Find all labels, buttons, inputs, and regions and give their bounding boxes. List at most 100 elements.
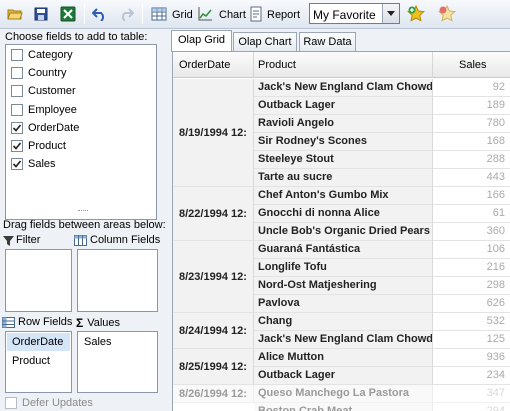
date-group-cell[interactable]: 8/19/1994 12: (173, 79, 254, 187)
main-panel: Olap Grid Olap Chart Raw Data OrderDate … (167, 29, 510, 411)
checkbox[interactable] (11, 104, 23, 116)
field-label: Sales (28, 158, 56, 170)
save-icon[interactable] (31, 4, 51, 24)
sales-value-cell: 626 (433, 295, 510, 313)
sales-value-cell: 168 (433, 133, 510, 151)
product-cell[interactable]: Queso Manchego La Pastora (254, 385, 433, 403)
field-item-category[interactable]: Category (11, 47, 73, 63)
choose-fields-title: Choose fields to add to table: (5, 31, 148, 43)
undo-icon[interactable] (90, 4, 110, 24)
field-item-customer[interactable]: Customer (11, 83, 76, 99)
field-item-country[interactable]: Country (11, 65, 67, 81)
field-item-product[interactable]: Product (11, 138, 66, 154)
column-fields-header: Column Fields (74, 234, 160, 246)
date-group-cell[interactable]: 8/25/1994 12: (173, 349, 254, 385)
date-group-cell[interactable]: 8/24/1994 12: (173, 313, 254, 349)
product-cell[interactable]: Gnocchi di nonna Alice (254, 205, 433, 223)
sales-value-cell: 125 (433, 331, 510, 349)
row-fields-label: Row Fields (18, 316, 73, 328)
report-icon[interactable] (246, 4, 266, 24)
date-group-cell[interactable]: 8/22/1994 12: (173, 187, 254, 241)
excel-export-icon[interactable] (58, 4, 78, 24)
field-list-panel: Choose fields to add to table: Category … (0, 29, 167, 411)
values-header: Σ Values (76, 316, 120, 330)
field-label: Product (28, 140, 66, 152)
sales-column-header[interactable]: Sales (433, 52, 510, 78)
checkbox-checked[interactable] (11, 140, 23, 152)
date-group-cell[interactable]: 8/26/1994 12: (173, 385, 254, 403)
open-folder-icon[interactable] (5, 4, 25, 24)
olap-grid: OrderDate Product Sales 8/19/1994 12: Jac… (172, 51, 510, 411)
remove-favorite-icon[interactable] (437, 4, 457, 24)
tab-olap-grid[interactable]: Olap Grid (171, 30, 232, 52)
product-cell[interactable]: Uncle Bob's Organic Dried Pears (254, 223, 433, 241)
filter-area-header: Filter (3, 234, 40, 246)
sales-value-cell: 216 (433, 259, 510, 277)
product-cell[interactable]: Outback Lager (254, 367, 433, 385)
checkbox-checked[interactable] (11, 122, 23, 134)
defer-updates[interactable]: Defer Updates (5, 397, 93, 409)
product-cell[interactable]: Chang (254, 313, 433, 331)
favorite-select[interactable]: My Favorite (309, 3, 400, 24)
product-cell[interactable]: Longlife Tofu (254, 259, 433, 277)
row-field-item[interactable]: Product (7, 352, 70, 370)
date-group-cell[interactable]: 8/23/1994 12: (173, 241, 254, 313)
sales-value-cell: 166 (433, 187, 510, 205)
sigma-icon: Σ (76, 316, 84, 330)
product-cell[interactable]: Ravioli Angelo (254, 115, 433, 133)
sales-value-cell: 294 (433, 403, 510, 411)
product-cell[interactable]: Jack's New England Clam Chowder (254, 331, 433, 349)
product-cell[interactable]: Outback Lager (254, 97, 433, 115)
product-column-header[interactable]: Product (254, 52, 433, 78)
toolbar-separator (142, 4, 143, 24)
product-cell[interactable]: Jack's New England Clam Chowder (254, 79, 433, 97)
field-list: Category Country Customer Employee Order… (5, 44, 157, 220)
chart-icon[interactable] (195, 4, 215, 24)
chevron-down-icon[interactable] (382, 4, 399, 23)
checkbox-checked[interactable] (11, 158, 23, 170)
tab-raw-data[interactable]: Raw Data (299, 32, 356, 51)
value-field-item[interactable]: Sales (79, 333, 156, 351)
column-fields-area[interactable] (77, 249, 158, 312)
row-fields-header: Row Fields (2, 316, 72, 328)
product-cell[interactable]: Steeleye Stout (254, 151, 433, 169)
chart-button-label[interactable]: Chart (219, 9, 246, 21)
field-item-sales[interactable]: Sales (11, 156, 56, 172)
sales-value-cell: 780 (433, 115, 510, 133)
favorite-select-value: My Favorite (313, 8, 376, 22)
grid-button-label[interactable]: Grid (172, 9, 193, 21)
product-cell[interactable]: Alice Mutton (254, 349, 433, 367)
orderdate-column-header[interactable]: OrderDate (173, 52, 254, 78)
sales-value-cell: 189 (433, 97, 510, 115)
checkbox[interactable] (11, 67, 23, 79)
check-icon (12, 160, 22, 168)
row-field-item[interactable]: OrderDate (7, 333, 70, 351)
product-cell[interactable]: Guaraná Fantástica (254, 241, 433, 259)
field-label: Country (28, 67, 67, 79)
filter-area[interactable] (5, 249, 72, 312)
row-fields-area[interactable]: OrderDate Product (5, 331, 72, 393)
grid-icon[interactable] (149, 4, 169, 24)
checkbox[interactable] (5, 397, 17, 409)
field-label: Employee (28, 104, 77, 116)
sales-value-cell: 92 (433, 79, 510, 97)
filter-area-label: Filter (16, 234, 41, 246)
product-cell[interactable]: Boston Crab Meat (254, 403, 433, 411)
report-button-label[interactable]: Report (267, 9, 300, 21)
product-cell[interactable]: Sir Rodney's Scones (254, 133, 433, 151)
product-cell[interactable]: Nord-Ost Matjeshering (254, 277, 433, 295)
tab-olap-chart[interactable]: Olap Chart (233, 32, 297, 51)
product-cell[interactable]: Chef Anton's Gumbo Mix (254, 187, 433, 205)
sales-value-cell: 936 (433, 349, 510, 367)
add-favorite-icon[interactable] (406, 4, 426, 24)
product-cell[interactable]: Pavlova (254, 295, 433, 313)
column-fields-label: Column Fields (90, 234, 161, 246)
redo-icon[interactable] (116, 4, 136, 24)
values-area[interactable]: Sales (77, 331, 158, 393)
checkbox[interactable] (11, 85, 23, 97)
checkbox[interactable] (11, 49, 23, 61)
product-cell[interactable]: Tarte au sucre (254, 169, 433, 187)
field-item-orderdate[interactable]: OrderDate (11, 120, 79, 136)
splitter-grip[interactable] (78, 210, 88, 212)
field-item-employee[interactable]: Employee (11, 102, 77, 118)
